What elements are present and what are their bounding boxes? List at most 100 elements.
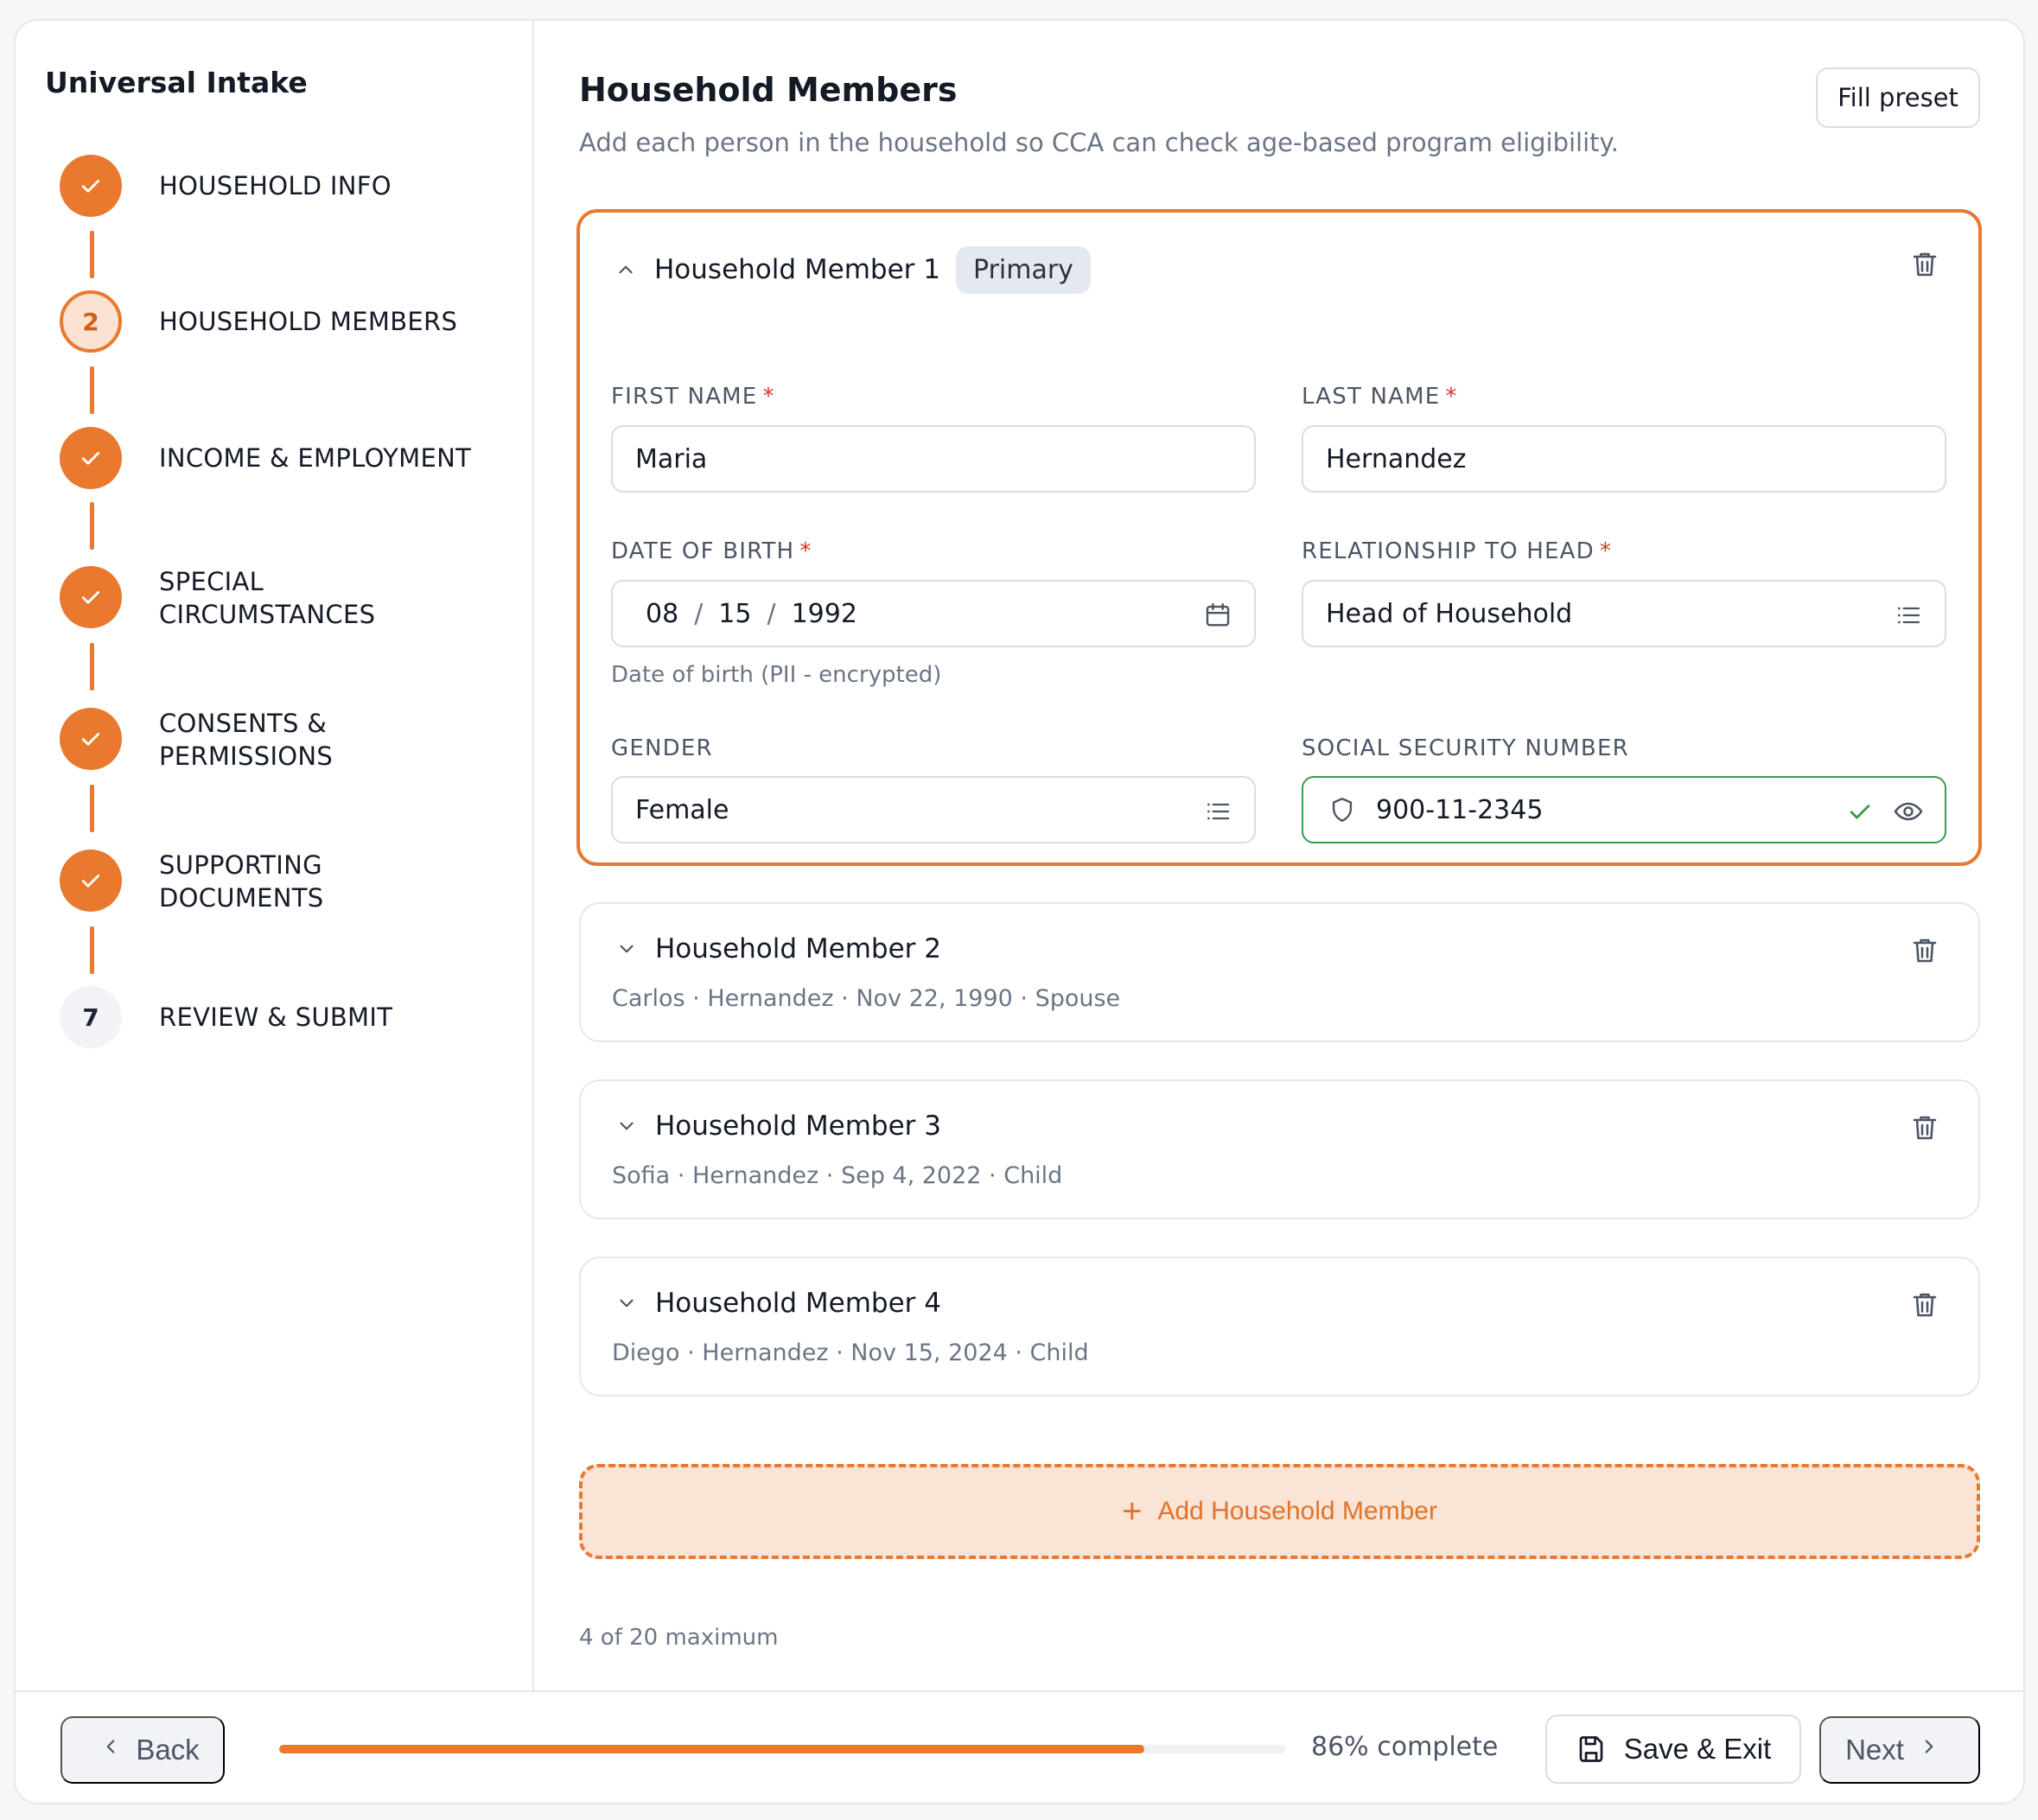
footer-bar: Back 86% complete Save & Exit Next <box>16 1690 2023 1803</box>
relationship-value: Head of Household <box>1326 598 1573 629</box>
dob-separator: / <box>694 598 704 629</box>
member-card-header[interactable]: Household Member 3 <box>612 1100 941 1152</box>
ssn-value: 900-11-2345 <box>1376 794 1544 825</box>
member-card-1: Household Member 1 Primary FIRST NAME * M… <box>576 209 1982 866</box>
chevron-right-icon <box>1918 1735 1940 1765</box>
dob-label: DATE OF BIRTH * <box>611 538 812 564</box>
save-icon <box>1579 1736 1603 1762</box>
step-connector <box>90 366 94 414</box>
back-label: Back <box>136 1734 200 1766</box>
gender-label: GENDER <box>611 735 713 761</box>
member-count-note: 4 of 20 maximum <box>579 1625 779 1651</box>
step-label: HOUSEHOLD MEMBERS <box>159 307 458 336</box>
check-icon <box>81 591 100 604</box>
check-icon <box>81 875 100 888</box>
list-icon <box>1891 598 1926 633</box>
ssn-label: SOCIAL SECURITY NUMBER <box>1302 735 1629 761</box>
member-card-header[interactable]: Household Member 1 Primary <box>611 244 1091 296</box>
member-card-header[interactable]: Household Member 4 <box>612 1277 941 1329</box>
step-label: SPECIAL CIRCUMSTANCES <box>159 567 376 629</box>
chevron-down-icon[interactable] <box>612 934 641 964</box>
fill-preset-button[interactable]: Fill preset <box>1816 67 1980 128</box>
last-name-input[interactable]: Hernandez <box>1302 425 1946 493</box>
back-button[interactable]: Back <box>61 1716 225 1784</box>
gender-select[interactable]: Female <box>611 776 1256 843</box>
sidebar-title: Universal Intake <box>45 66 308 99</box>
progress-text: 86% complete <box>1311 1732 1499 1762</box>
check-icon <box>81 452 100 465</box>
shield-icon <box>1328 795 1357 824</box>
first-name-value: Maria <box>635 443 708 474</box>
member-card-3: Household Member 3 Sofia · Hernandez · S… <box>579 1079 1980 1219</box>
trash-icon[interactable] <box>1909 1289 1944 1324</box>
step-complete-marker <box>60 155 122 217</box>
dob-input[interactable]: 08 / 15 / 1992 <box>611 580 1256 647</box>
save-exit-button[interactable]: Save & Exit <box>1545 1715 1801 1784</box>
last-name-value: Hernandez <box>1326 443 1467 474</box>
step-number: 7 <box>60 986 122 1048</box>
step-connector <box>90 502 94 550</box>
trash-icon[interactable] <box>1909 935 1944 970</box>
step-label: INCOME & EMPLOYMENT <box>159 443 472 473</box>
add-household-member-button[interactable]: + Add Household Member <box>579 1464 1980 1559</box>
step-complete-marker <box>60 850 122 912</box>
member-title: Household Member 1 <box>654 254 940 285</box>
app-window: Universal Intake HOUSEHOLD INFO 2 HOUSEH… <box>14 19 2025 1804</box>
dob-separator: / <box>767 598 776 629</box>
relationship-label: RELATIONSHIP TO HEAD * <box>1302 538 1613 564</box>
chevron-left-icon <box>99 1735 122 1765</box>
progress-fill <box>279 1745 1145 1753</box>
first-name-label: FIRST NAME * <box>611 384 775 410</box>
trash-icon[interactable] <box>1909 249 1944 283</box>
step-connector <box>90 231 94 278</box>
step-complete-marker <box>60 566 122 628</box>
dob-month[interactable]: 08 <box>646 599 678 629</box>
page-subtitle: Add each person in the household so CCA … <box>579 128 1619 157</box>
step-label: REVIEW & SUBMIT <box>159 1002 393 1032</box>
check-icon <box>1843 794 1877 829</box>
chevron-up-icon[interactable] <box>611 255 640 284</box>
calendar-icon[interactable] <box>1201 598 1235 633</box>
relationship-select[interactable]: Head of Household <box>1302 580 1946 647</box>
member-title: Household Member 2 <box>655 933 941 964</box>
check-icon <box>81 180 100 193</box>
chevron-down-icon[interactable] <box>612 1289 641 1318</box>
member-title: Household Member 4 <box>655 1288 941 1319</box>
main-content: Household Members Add each person in the… <box>536 21 2023 1690</box>
step-complete-marker <box>60 427 122 489</box>
dob-year[interactable]: 1992 <box>792 599 857 629</box>
check-icon <box>81 733 100 746</box>
step-connector <box>90 785 94 832</box>
dob-help-text: Date of birth (PII - encrypted) <box>611 662 942 688</box>
step-connector <box>90 926 94 974</box>
step-connector <box>90 643 94 690</box>
page-title: Household Members <box>579 71 958 109</box>
member-summary: Sofia · Hernandez · Sep 4, 2022 · Child <box>612 1162 1063 1189</box>
next-button[interactable]: Next <box>1819 1716 1980 1784</box>
last-name-label: LAST NAME * <box>1302 384 1458 410</box>
step-label: HOUSEHOLD INFO <box>159 171 392 200</box>
list-icon <box>1201 794 1235 829</box>
step-number: 2 <box>60 290 122 353</box>
plus-icon: + <box>1122 1492 1143 1530</box>
member-title: Household Member 3 <box>655 1110 941 1142</box>
sidebar: Universal Intake HOUSEHOLD INFO 2 HOUSEH… <box>16 21 534 1690</box>
member-summary: Carlos · Hernandez · Nov 22, 1990 · Spou… <box>612 985 1121 1012</box>
member-card-4: Household Member 4 Diego · Hernandez · N… <box>579 1257 1980 1397</box>
member-summary: Diego · Hernandez · Nov 15, 2024 · Child <box>612 1340 1089 1366</box>
add-member-label: Add Household Member <box>1157 1497 1437 1525</box>
progress-bar <box>279 1745 1285 1753</box>
gender-value: Female <box>635 794 729 825</box>
member-card-header[interactable]: Household Member 2 <box>612 923 941 975</box>
first-name-input[interactable]: Maria <box>611 425 1256 493</box>
step-complete-marker <box>60 708 122 770</box>
primary-badge: Primary <box>956 245 1091 294</box>
eye-icon[interactable] <box>1891 794 1926 829</box>
trash-icon[interactable] <box>1909 1112 1944 1147</box>
dob-day[interactable]: 15 <box>718 599 751 629</box>
ssn-input[interactable]: 900-11-2345 <box>1302 776 1946 843</box>
chevron-down-icon[interactable] <box>612 1111 641 1141</box>
save-exit-label: Save & Exit <box>1623 1733 1772 1765</box>
member-card-2: Household Member 2 Carlos · Hernandez · … <box>579 902 1980 1042</box>
step-label: CONSENTS & PERMISSIONS <box>159 709 334 771</box>
